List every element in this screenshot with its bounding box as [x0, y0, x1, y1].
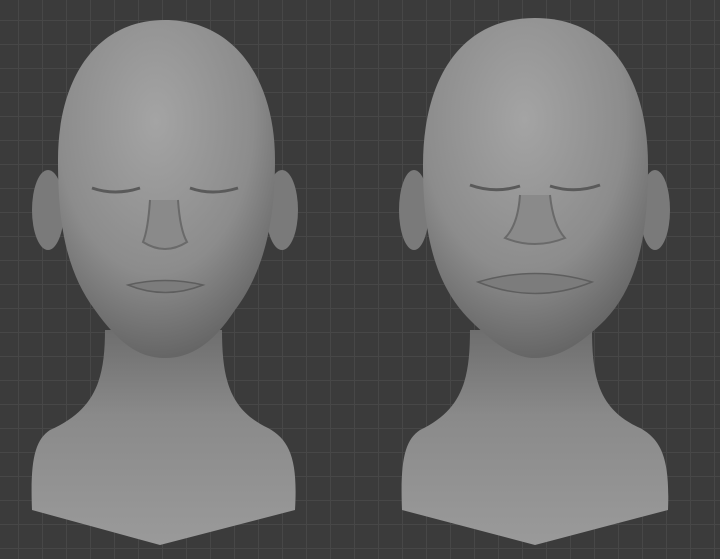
3d-viewport[interactable] [0, 0, 720, 559]
face [423, 18, 648, 358]
face [58, 20, 275, 358]
scene [31, 18, 670, 545]
head-deformed[interactable] [399, 18, 670, 545]
head-neutral[interactable] [31, 20, 298, 545]
neck-shoulders [401, 330, 669, 545]
neck-shoulders [31, 330, 296, 545]
